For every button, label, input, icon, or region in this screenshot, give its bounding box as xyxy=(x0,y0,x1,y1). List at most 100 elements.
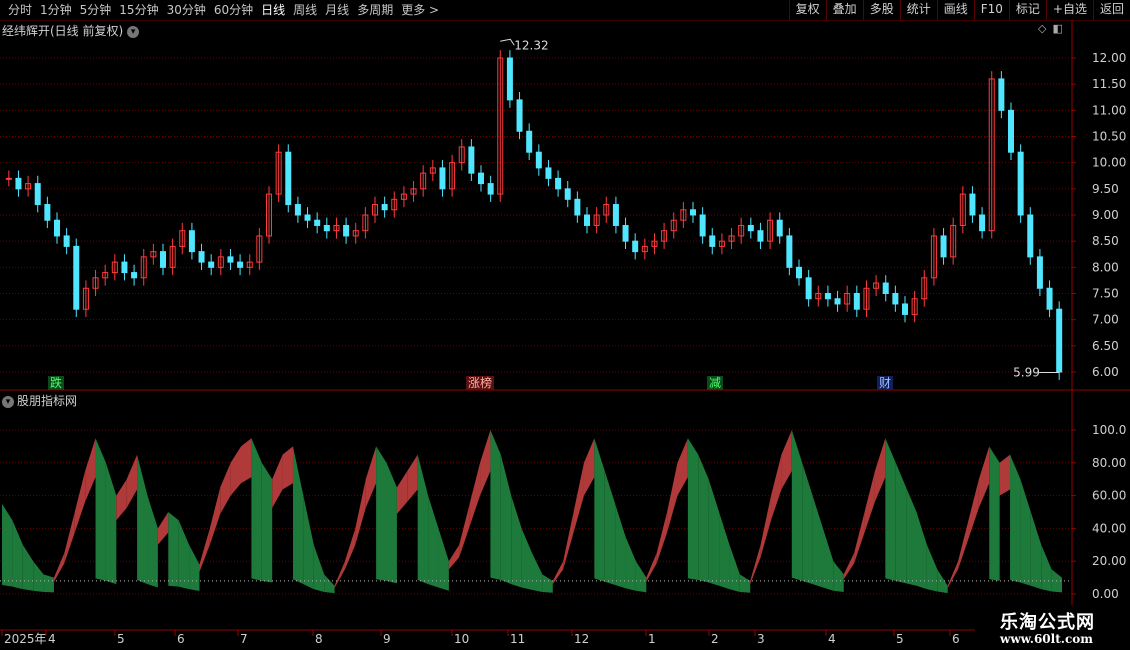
tag-label[interactable]: 财 xyxy=(877,376,894,390)
candle-body xyxy=(410,188,417,195)
candle-body xyxy=(285,151,292,206)
watermark-text: 乐淘公式网 xyxy=(1000,612,1095,633)
candle-body xyxy=(709,235,716,247)
candle-body xyxy=(545,167,552,179)
candle-body xyxy=(776,219,783,237)
candle-body xyxy=(950,224,957,258)
tag-label[interactable]: 跌 xyxy=(48,376,65,390)
candle-body xyxy=(661,230,668,242)
indicator-area xyxy=(854,512,865,564)
candle-body xyxy=(815,293,822,300)
indicator-area xyxy=(417,454,429,585)
candle-body xyxy=(728,235,735,242)
y-tick-label: 9.50 xyxy=(1092,182,1119,196)
chart-title: 经纬辉开(日线 前复权) ▾ xyxy=(2,22,140,39)
indicator-area xyxy=(542,574,553,593)
indicator-area xyxy=(802,462,813,585)
y-tick-label: 80.00 xyxy=(1092,456,1126,470)
tool-button[interactable]: 统计 xyxy=(899,0,937,20)
candle-body xyxy=(304,214,311,221)
tab-period[interactable]: 30分钟 xyxy=(163,2,210,18)
tool-button[interactable]: +自选 xyxy=(1045,0,1093,20)
indicator-area xyxy=(12,520,23,590)
tab-more[interactable]: 更多 > xyxy=(397,2,443,18)
indicator-area xyxy=(511,495,522,588)
time-label: 2 xyxy=(711,632,719,646)
tool-button[interactable]: 画线 xyxy=(936,0,974,20)
price-grid xyxy=(0,57,1072,595)
indicator-area xyxy=(22,544,34,591)
candle-body xyxy=(15,177,22,190)
tab-period[interactable]: 1分钟 xyxy=(36,2,76,18)
window-icon[interactable]: ◧ xyxy=(1052,22,1062,35)
indicator-area xyxy=(563,512,574,570)
candle-body xyxy=(92,277,99,289)
candle-body xyxy=(612,204,619,226)
y-tick-label: 60.00 xyxy=(1092,489,1126,503)
tab-period[interactable]: 周线 xyxy=(289,2,321,18)
candle-body xyxy=(892,293,899,305)
candle-body xyxy=(786,235,793,268)
candle-body xyxy=(969,193,976,216)
candle-body xyxy=(439,167,446,190)
indicator-area xyxy=(1051,569,1062,593)
candle-body xyxy=(603,204,610,216)
candle-body xyxy=(1036,256,1043,289)
candle-body xyxy=(102,272,109,279)
tab-period[interactable]: 60分钟 xyxy=(210,2,257,18)
time-label: 5 xyxy=(896,632,904,646)
candle-body xyxy=(690,209,696,216)
tag-label[interactable]: 减 xyxy=(707,376,724,390)
indicator-area xyxy=(625,536,636,591)
candle-body xyxy=(863,287,870,310)
candle-body xyxy=(979,214,986,232)
candle-body xyxy=(824,293,831,300)
time-label: 12 xyxy=(574,632,589,646)
indicator-area xyxy=(750,544,761,585)
indicator-area xyxy=(708,479,720,586)
diamond-icon[interactable]: ◇ xyxy=(1038,22,1046,35)
indicator-area xyxy=(178,520,190,590)
candle-body xyxy=(988,78,995,232)
tag-label[interactable]: 涨榜 xyxy=(466,376,495,390)
indicator-area xyxy=(313,544,325,593)
indicator-area xyxy=(282,446,293,490)
candle-body xyxy=(574,198,581,216)
candle-body xyxy=(718,240,725,247)
time-label: 9 xyxy=(383,632,391,646)
candle-body xyxy=(940,235,947,258)
y-tick-label: 7.00 xyxy=(1092,313,1119,327)
candle-body xyxy=(747,224,754,232)
tab-period[interactable]: 15分钟 xyxy=(115,2,162,18)
tab-period[interactable]: 5分钟 xyxy=(76,2,116,18)
indicator-area xyxy=(583,438,595,496)
tool-button[interactable]: 复权 xyxy=(788,0,826,20)
indicator-area xyxy=(500,454,512,585)
tab-period[interactable]: 月线 xyxy=(321,2,353,18)
tab-period-active[interactable]: 日线 xyxy=(257,2,289,18)
candle-body xyxy=(179,230,186,247)
tool-button[interactable]: 返回 xyxy=(1092,0,1130,20)
chevron-down-icon[interactable]: ▾ xyxy=(127,25,140,38)
candle-body xyxy=(516,99,523,132)
indicator-area xyxy=(1020,479,1031,586)
tool-button[interactable]: 叠加 xyxy=(825,0,863,20)
candlestick-series xyxy=(5,50,1063,380)
y-tick-label: 20.00 xyxy=(1092,554,1126,568)
tool-button[interactable]: 多股 xyxy=(862,0,900,20)
indicator-area xyxy=(906,487,917,586)
chevron-down-icon[interactable]: ▾ xyxy=(2,395,14,408)
indicator-area xyxy=(646,553,657,582)
tool-button[interactable]: 标记 xyxy=(1008,0,1046,20)
tab-period[interactable]: 分时 xyxy=(4,2,36,18)
time-label: 3 xyxy=(757,632,765,646)
y-tick-label: 9.00 xyxy=(1092,208,1119,222)
indicator-area xyxy=(781,430,792,490)
tool-button[interactable]: F10 xyxy=(973,0,1009,20)
y-tick-label: 10.00 xyxy=(1092,156,1126,170)
y-tick-label: 6.00 xyxy=(1092,365,1119,379)
tab-period[interactable]: 多周期 xyxy=(353,2,397,18)
candle-body xyxy=(506,57,513,101)
indicator-area xyxy=(739,574,751,593)
candle-body xyxy=(352,230,359,237)
